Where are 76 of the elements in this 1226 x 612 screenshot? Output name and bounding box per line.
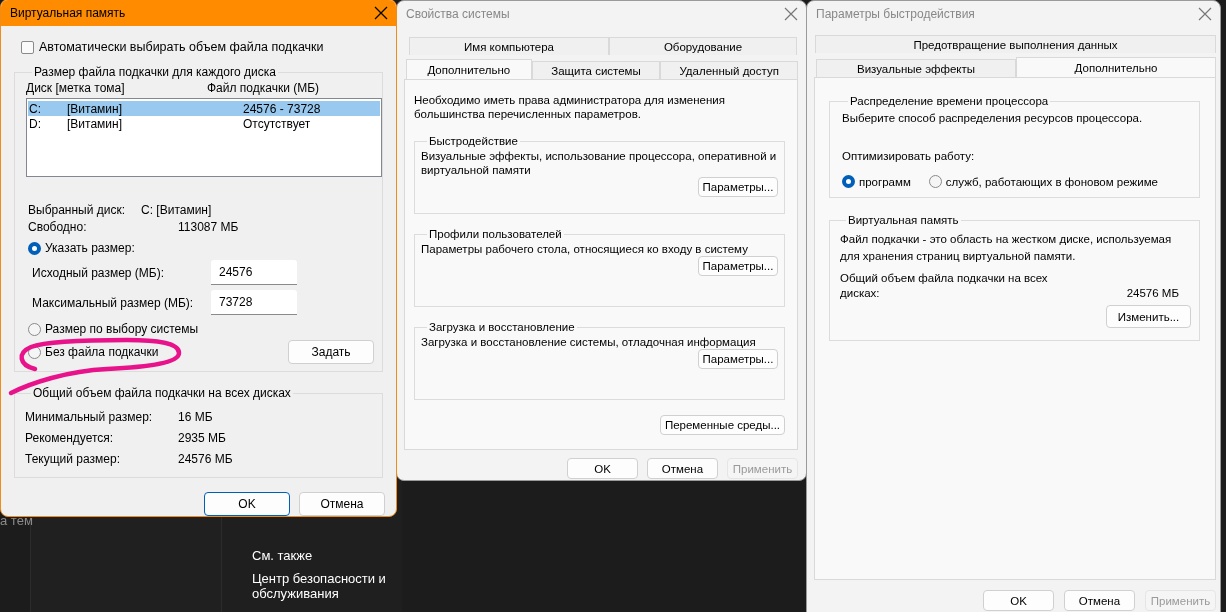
radio-option[interactable]: Размер по выбору системы	[28, 322, 382, 336]
tab[interactable]: Оборудование	[609, 37, 797, 55]
total-label: Минимальный размер:	[25, 409, 154, 424]
paging-size: Отсутствует	[243, 116, 311, 131]
volume-label: [Витамин]	[67, 116, 123, 131]
group-description: Файл подкачки - это область на жестком диске, используемая для хранения страниц виртуальной памяти.	[840, 232, 1173, 264]
tab[interactable]: Дополнительно	[1016, 57, 1216, 77]
dialog-button[interactable]: Отмена	[1064, 590, 1135, 611]
settings-button[interactable]: Параметры...	[698, 256, 778, 276]
tab[interactable]: Имя компьютера	[409, 37, 609, 55]
dialog-button[interactable]: OK	[567, 458, 638, 479]
group-title: Профили пользователей	[428, 228, 563, 240]
admin-note: Необходимо иметь права администратора для изменения большинства перечисленных параметров.	[414, 93, 726, 121]
group-title: Загрузка и восстановление	[428, 321, 576, 333]
total-value: 16 МБ	[178, 409, 213, 424]
set-button[interactable]: Задать	[288, 340, 374, 364]
column-header: Файл подкачки (МБ)	[207, 81, 320, 95]
optimize-label: Оптимизировать работу:	[842, 149, 976, 163]
window-title: Свойства системы	[406, 7, 510, 21]
selected-drive-value: C: [Витамин]	[141, 202, 212, 217]
column-header: Диск [метка тома]	[26, 81, 126, 95]
change-button[interactable]: Изменить...	[1106, 305, 1191, 328]
drive-list[interactable]: C: [Витамин] 24576 - 73728 D: [Витамин] Отсутствует	[26, 98, 382, 177]
group-title: Виртуальная память	[847, 214, 960, 226]
tab[interactable]: Дополнительно	[406, 59, 532, 79]
window-title: Параметры быстродействия	[816, 7, 975, 21]
dialog-button[interactable]: OK	[983, 590, 1054, 611]
security-center-link[interactable]: Центр безопасности и обслуживания	[252, 571, 402, 601]
close-icon[interactable]	[1198, 7, 1212, 21]
tab[interactable]: Удаленный доступ	[660, 61, 798, 79]
total-value: 24576 МБ	[1126, 286, 1179, 301]
tab[interactable]: Визуальные эффекты	[816, 59, 1016, 77]
auto-size-checkbox[interactable]: Автоматически выбирать объем файла подкачки	[21, 40, 383, 54]
settings-button[interactable]: Параметры...	[698, 177, 778, 197]
group-description: Выберите способ распределения ресурсов процессора.	[842, 111, 1144, 125]
total-label: Общий объем файла подкачки на всех дисках:	[840, 271, 1049, 301]
tab[interactable]: Защита системы	[531, 61, 661, 79]
selected-drive-label: Выбранный диск:	[28, 202, 127, 217]
field-label: Исходный размер (МБ):	[32, 265, 166, 280]
dialog-button[interactable]: Отмена	[299, 492, 385, 516]
group-title: Размер файла подкачки для каждого диска	[33, 65, 277, 79]
free-space-value: 113087 МБ	[178, 219, 239, 234]
group-description: Параметры рабочего стола, относящиеся ко входу в систему	[421, 242, 749, 256]
volume-label: [Витамин]	[67, 101, 123, 116]
radio-option[interactable]: служб, работающих в фоновом режиме	[928, 175, 1158, 188]
group-title: Распределение времени процессора	[849, 95, 1050, 107]
initial-size-field[interactable]: 24576	[211, 260, 297, 285]
radio-option[interactable]: Указать размер:	[28, 241, 382, 255]
settings-button[interactable]: Параметры...	[698, 349, 778, 369]
background-text: а тем	[0, 513, 33, 528]
close-icon[interactable]	[784, 7, 798, 21]
see-also-heading: См. также	[252, 548, 314, 563]
radio-option[interactable]: Без файла подкачки	[28, 345, 159, 359]
dialog-button[interactable]: OK	[204, 492, 290, 516]
dialog-button[interactable]: Отмена	[647, 458, 718, 479]
environment-variables-button[interactable]: Переменные среды...	[660, 415, 785, 435]
field-label: Максимальный размер (МБ):	[32, 295, 195, 310]
drive-letter: D:	[29, 116, 42, 131]
group-description: Визуальные эффекты, использование процессора, оперативной и виртуальной памяти	[421, 149, 778, 177]
total-value: 24576 МБ	[178, 451, 233, 466]
total-value: 2935 МБ	[178, 430, 226, 445]
drive-letter: C:	[29, 101, 42, 116]
maximum-size-field[interactable]: 73728	[211, 290, 297, 315]
free-space-label: Свободно:	[28, 219, 88, 234]
tab[interactable]: Предотвращение выполнения данных	[815, 35, 1216, 53]
total-label: Текущий размер:	[25, 451, 121, 466]
paging-size: 24576 - 73728	[243, 101, 321, 116]
total-label: Рекомендуется:	[25, 430, 115, 445]
radio-option[interactable]: программ	[842, 175, 911, 188]
drive-row[interactable]: C: [Витамин] 24576 - 73728	[28, 101, 380, 116]
group-title: Общий объем файла подкачки на всех дисках	[32, 386, 292, 400]
drive-row[interactable]: D: [Витамин] Отсутствует	[28, 116, 380, 131]
window-title: Виртуальная память	[10, 6, 126, 20]
close-icon[interactable]	[374, 6, 388, 20]
group-title: Быстродействие	[428, 135, 519, 147]
group-description: Загрузка и восстановление системы, отладочная информация	[421, 335, 757, 349]
